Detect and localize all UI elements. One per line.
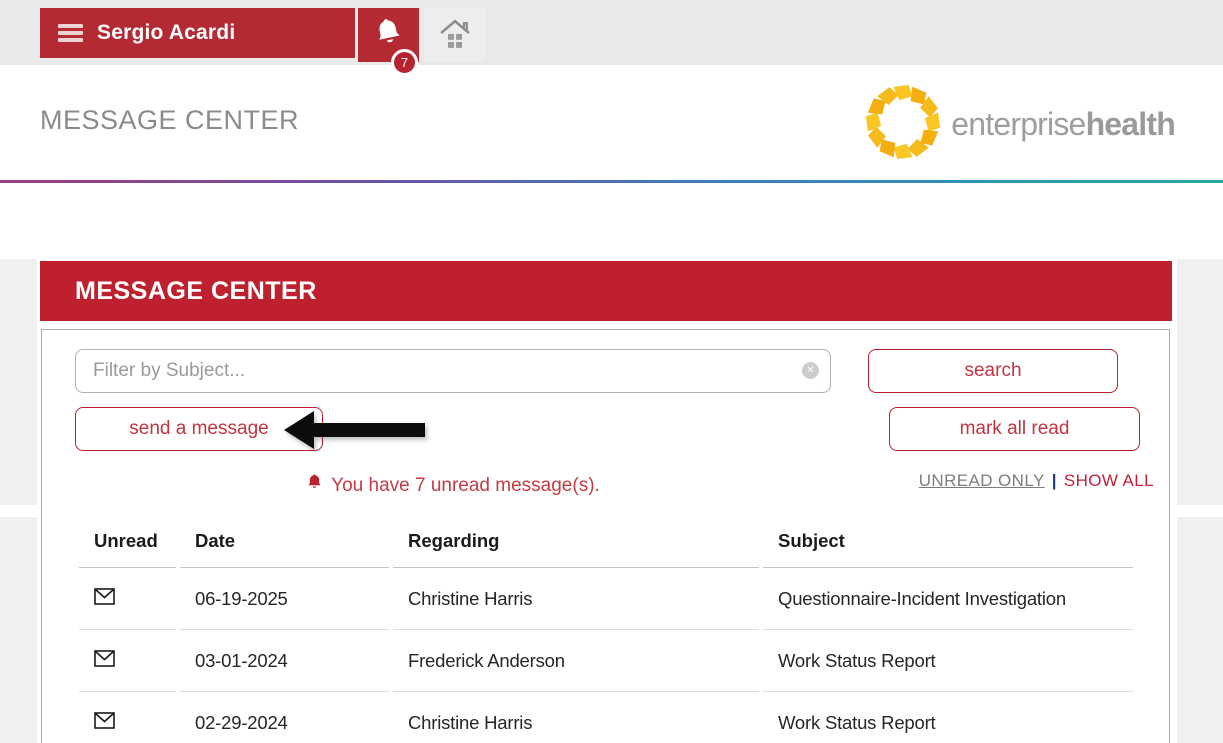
message-subject[interactable]: Work Status Report [763,692,1133,743]
message-center-panel: ✕ search send a message mark all read Yo… [41,329,1170,743]
message-subject[interactable]: Work Status Report [763,630,1133,692]
hamburger-icon [58,24,83,42]
message-date: 02-29-2024 [180,692,389,743]
column-header-subject: Subject [763,514,1133,568]
header-divider [0,180,1223,183]
table-row[interactable]: 02-29-2024 Christine Harris Work Status … [79,692,1133,743]
notification-count-badge: 7 [391,49,418,76]
messages-table: Unread Date Regarding Subject 06-19-2025… [75,514,1137,743]
message-regarding: Frederick Anderson [393,630,759,692]
home-icon [438,17,472,54]
message-center-page: Sergio Acardi 7 [0,0,1223,743]
unread-notice: You have 7 unread message(s). [75,473,831,498]
page-background-left [0,259,37,505]
sunflower-logo-icon [865,84,941,165]
envelope-icon [94,650,115,672]
table-header-row: Unread Date Regarding Subject [79,514,1133,568]
page-background-left [0,517,37,743]
message-date: 03-01-2024 [180,630,389,692]
message-regarding: Christine Harris [393,568,759,630]
message-regarding: Christine Harris [393,692,759,743]
table-row[interactable]: 06-19-2025 Christine Harris Questionnair… [79,568,1133,630]
clear-filter-icon[interactable]: ✕ [802,362,819,379]
bell-icon [306,473,323,498]
envelope-icon [94,712,115,734]
page-background-right [1177,259,1223,505]
show-all-link[interactable]: SHOW ALL [1064,471,1154,490]
column-header-date: Date [180,514,389,568]
link-separator: | [1052,471,1057,490]
view-filter-links: UNREAD ONLY | SHOW ALL [919,471,1154,491]
filter-field-wrap: ✕ [75,349,831,393]
top-bar: Sergio Acardi 7 [0,0,1223,65]
filter-by-subject-input[interactable] [75,349,831,393]
unread-only-link[interactable]: UNREAD ONLY [919,471,1045,490]
home-button[interactable] [424,8,485,62]
unread-notice-text: You have 7 unread message(s). [331,475,600,497]
column-header-regarding: Regarding [393,514,759,568]
logo-wordmark: enterprisehealth [951,106,1175,143]
envelope-icon [94,588,115,610]
message-subject[interactable]: Questionnaire-Incident Investigation [763,568,1133,630]
message-date: 06-19-2025 [180,568,389,630]
enterprise-health-logo: enterprisehealth [865,85,1175,163]
column-header-unread: Unread [79,514,176,568]
page-background-right [1177,517,1223,743]
user-menu-button[interactable]: Sergio Acardi [40,8,355,58]
page-title: MESSAGE CENTER [40,105,299,136]
mark-all-read-button[interactable]: mark all read [889,407,1140,451]
user-name: Sergio Acardi [97,21,235,45]
table-row[interactable]: 03-01-2024 Frederick Anderson Work Statu… [79,630,1133,692]
section-banner: MESSAGE CENTER [40,261,1172,321]
annotation-arrow-icon [284,411,425,454]
search-button[interactable]: search [868,349,1118,393]
